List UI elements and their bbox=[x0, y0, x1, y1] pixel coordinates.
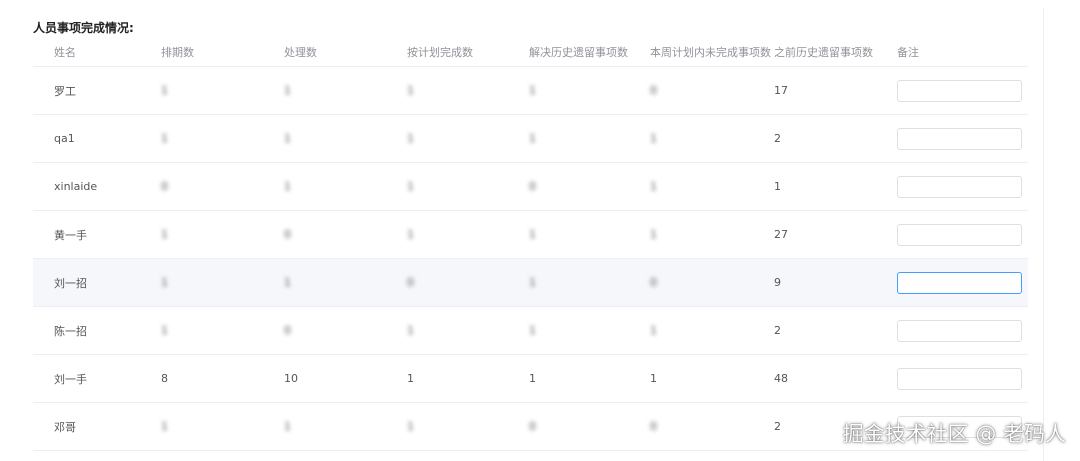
cell-name: 罗工 bbox=[54, 84, 76, 98]
table-body: 罗工 1 1 1 1 0 17 qa1 1 1 1 1 1 2 xinlaide 0 1 1 0 1 1 黄一手 1 0 1 1 1… bbox=[33, 67, 1028, 451]
cell-legacy-solved: 0 bbox=[529, 180, 537, 193]
cell-scheduled: 8 bbox=[161, 372, 168, 385]
cell-unfinished: 1 bbox=[650, 180, 658, 193]
remark-input[interactable] bbox=[897, 127, 1022, 150]
cell-previous-legacy: 2 bbox=[774, 132, 781, 145]
cell-previous-legacy: 1 bbox=[774, 180, 781, 193]
header-scheduled: 排期数 bbox=[161, 46, 194, 59]
header-planned-done: 按计划完成数 bbox=[407, 46, 473, 59]
watermark: 掘金技术社区 @ 老码人 bbox=[842, 422, 1066, 446]
cell-handled: 1 bbox=[284, 420, 292, 433]
cell-name: 陈一招 bbox=[54, 324, 87, 338]
cell-handled: 0 bbox=[284, 324, 292, 337]
cell-unfinished: 0 bbox=[650, 420, 658, 433]
cell-planned-done: 1 bbox=[407, 84, 415, 97]
cell-previous-legacy: 2 bbox=[774, 420, 781, 433]
table-row: 黄一手 1 0 1 1 1 27 bbox=[33, 211, 1028, 259]
table-row: xinlaide 0 1 1 0 1 1 bbox=[33, 163, 1028, 211]
cell-unfinished: 0 bbox=[650, 84, 658, 97]
cell-planned-done: 1 bbox=[407, 420, 415, 433]
cell-unfinished: 1 bbox=[650, 324, 658, 337]
table-row: qa1 1 1 1 1 1 2 bbox=[33, 115, 1028, 163]
table-header: 姓名 排期数 处理数 按计划完成数 解决历史遗留事项数 本周计划内未完成事项数 … bbox=[33, 34, 1028, 67]
cell-name: xinlaide bbox=[54, 180, 98, 193]
remark-input[interactable] bbox=[897, 271, 1022, 294]
cell-remark bbox=[897, 307, 1022, 354]
cell-name: qa1 bbox=[54, 132, 75, 145]
cell-remark bbox=[897, 115, 1022, 162]
cell-previous-legacy: 27 bbox=[774, 228, 788, 241]
remark-input[interactable] bbox=[897, 319, 1022, 342]
cell-planned-done: 1 bbox=[407, 132, 415, 145]
header-name: 姓名 bbox=[54, 46, 76, 59]
cell-previous-legacy: 9 bbox=[774, 276, 781, 289]
cell-handled: 10 bbox=[284, 372, 298, 385]
cell-remark bbox=[897, 211, 1022, 258]
table-row: 刘一手 8 10 1 1 1 48 bbox=[33, 355, 1028, 403]
cell-legacy-solved: 1 bbox=[529, 132, 537, 145]
cell-unfinished: 1 bbox=[650, 228, 658, 241]
cell-legacy-solved: 1 bbox=[529, 276, 537, 289]
cell-handled: 1 bbox=[284, 132, 292, 145]
cell-remark bbox=[897, 259, 1022, 306]
remark-input[interactable] bbox=[897, 367, 1022, 390]
cell-scheduled: 0 bbox=[161, 180, 169, 193]
table-row: 罗工 1 1 1 1 0 17 bbox=[33, 67, 1028, 115]
header-previous-legacy: 之前历史遗留事项数 bbox=[774, 46, 873, 59]
personnel-task-table: 姓名 排期数 处理数 按计划完成数 解决历史遗留事项数 本周计划内未完成事项数 … bbox=[33, 34, 1028, 451]
cell-planned-done: 1 bbox=[407, 324, 415, 337]
cell-planned-done: 1 bbox=[407, 228, 415, 241]
cell-remark bbox=[897, 67, 1022, 114]
remark-input[interactable] bbox=[897, 223, 1022, 246]
cell-scheduled: 1 bbox=[161, 84, 169, 97]
cell-previous-legacy: 17 bbox=[774, 84, 788, 97]
cell-remark bbox=[897, 355, 1022, 402]
cell-name: 黄一手 bbox=[54, 228, 87, 242]
cell-scheduled: 1 bbox=[161, 228, 169, 241]
cell-legacy-solved: 1 bbox=[529, 228, 537, 241]
header-handled: 处理数 bbox=[284, 46, 317, 59]
cell-planned-done: 0 bbox=[407, 276, 415, 289]
cell-unfinished: 1 bbox=[650, 132, 658, 145]
right-panel-border bbox=[1043, 8, 1044, 461]
header-remark: 备注 bbox=[897, 46, 919, 59]
cell-handled: 1 bbox=[284, 84, 292, 97]
cell-previous-legacy: 48 bbox=[774, 372, 788, 385]
remark-input[interactable] bbox=[897, 175, 1022, 198]
cell-unfinished: 0 bbox=[650, 276, 658, 289]
table-row: 陈一招 1 0 1 1 1 2 bbox=[33, 307, 1028, 355]
cell-legacy-solved: 1 bbox=[529, 324, 537, 337]
cell-planned-done: 1 bbox=[407, 180, 415, 193]
cell-remark bbox=[897, 163, 1022, 210]
cell-scheduled: 1 bbox=[161, 324, 169, 337]
cell-scheduled: 1 bbox=[161, 132, 169, 145]
cell-legacy-solved: 1 bbox=[529, 372, 536, 385]
header-legacy-solved: 解决历史遗留事项数 bbox=[529, 46, 628, 59]
cell-scheduled: 1 bbox=[161, 276, 169, 289]
cell-scheduled: 1 bbox=[161, 420, 169, 433]
cell-name: 邓哥 bbox=[54, 420, 76, 434]
cell-unfinished: 1 bbox=[650, 372, 657, 385]
cell-previous-legacy: 2 bbox=[774, 324, 781, 337]
cell-name: 刘一手 bbox=[54, 372, 87, 386]
header-unfinished: 本周计划内未完成事项数 bbox=[650, 46, 771, 59]
cell-legacy-solved: 1 bbox=[529, 84, 537, 97]
cell-handled: 0 bbox=[284, 228, 292, 241]
cell-handled: 1 bbox=[284, 180, 292, 193]
table-row: 刘一招 1 1 0 1 0 9 bbox=[33, 259, 1028, 307]
cell-handled: 1 bbox=[284, 276, 292, 289]
remark-input[interactable] bbox=[897, 79, 1022, 102]
cell-legacy-solved: 0 bbox=[529, 420, 537, 433]
cell-name: 刘一招 bbox=[54, 276, 87, 290]
cell-planned-done: 1 bbox=[407, 372, 414, 385]
